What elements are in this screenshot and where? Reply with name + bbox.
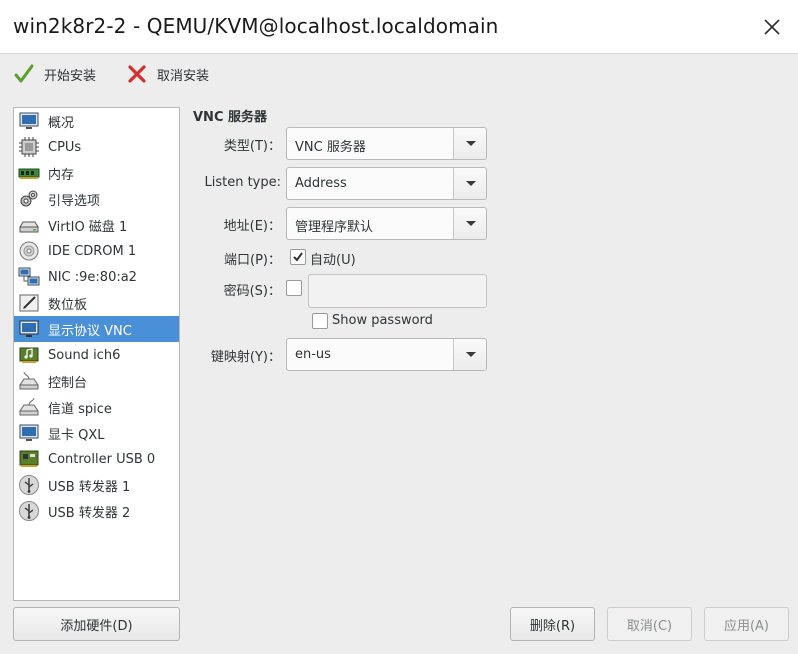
sidebar-item-video-card[interactable]: 显卡 QXL [14,420,179,446]
cdrom-icon [19,241,39,261]
sidebar-item-label: 数位板 [48,297,88,313]
cancel-button[interactable]: 取消(C) [607,607,692,641]
listen-type-combobox[interactable]: Address [286,167,487,200]
chevron-down-icon[interactable] [453,339,486,370]
sidebar-item-label: Sound ich6 [48,347,121,363]
console-icon [19,371,39,390]
chevron-down-icon[interactable] [453,208,486,239]
sidebar-item-label: IDE CDROM 1 [48,243,137,259]
add-hardware-button[interactable]: 添加硬件(D) [13,607,180,641]
sidebar-item-overview[interactable]: 概况 [14,108,179,134]
sidebar-item-display-vnc[interactable]: 显示协议 VNC [14,316,179,342]
begin-install-label: 开始安装 [44,68,97,84]
video-card-icon [19,424,39,441]
boot-options-icon [20,190,38,207]
sidebar-item-label: 引导选项 [48,193,101,209]
keymap-value: en-us [295,347,331,362]
disk-icon [19,221,39,233]
port-auto-checkbox[interactable] [290,249,306,265]
sidebar-item-label: 信道 spice [48,401,112,417]
network-icon [18,267,40,286]
listen-type-value: Address [295,176,347,191]
window-title: win2k8r2-2 - QEMU/KVM@localhost.localdom… [13,14,499,38]
sidebar-item-label: 显示协议 VNC [48,323,132,339]
sidebar-item-controller-usb[interactable]: Controller USB 0 [14,446,179,472]
keymap-label: 键映射(Y)： [210,350,281,365]
port-label: 端口(P)： [224,253,281,268]
sidebar-item-cpus[interactable]: CPUs [14,134,179,160]
password-checkbox[interactable] [286,280,302,296]
sidebar-item-label: VirtIO 磁盘 1 [48,219,128,235]
sound-card-icon [19,347,39,363]
sidebar-item-label: 内存 [48,167,75,183]
type-label: 类型(T)： [223,139,281,154]
port-auto-label: 自动(U) [310,253,356,268]
sidebar-item-label: USB 转发器 1 [48,479,131,495]
sidebar-item-label: 控制台 [48,375,88,391]
sidebar-item-channel[interactable]: 信道 spice [14,394,179,420]
remove-button[interactable]: 删除(R) [510,607,595,641]
channel-icon [19,397,39,416]
sidebar-item-sound[interactable]: Sound ich6 [14,342,179,368]
sidebar-item-label: Controller USB 0 [48,451,156,467]
sidebar-item-usb-redirector-2[interactable]: USB 转发器 2 [14,498,179,524]
checkmark-icon [293,252,303,262]
cancel-install-label: 取消安装 [157,68,210,84]
controller-icon [19,450,39,467]
begin-install-button[interactable]: 开始安装 [13,62,96,86]
keymap-combobox[interactable]: en-us [286,338,487,371]
display-icon [19,320,39,337]
sidebar-item-label: 显卡 QXL [48,427,105,443]
close-icon[interactable] [760,15,784,39]
cpu-icon [19,137,39,157]
hardware-list: 概况 CPUs 内存 引导选项 VirtIO 磁盘 1 IDE CDROM 1 … [13,107,180,601]
chevron-down-icon[interactable] [453,168,486,199]
sidebar-item-label: USB 转发器 2 [48,505,131,521]
sidebar-item-label: CPUs [48,139,82,155]
sidebar-item-console[interactable]: 控制台 [14,368,179,394]
show-password-label: Show password [332,313,433,328]
sidebar-item-ide-cdrom[interactable]: IDE CDROM 1 [14,238,179,264]
sidebar-item-memory[interactable]: 内存 [14,160,179,186]
sidebar-item-label: NIC :9e:80:a2 [48,269,137,285]
memory-icon [18,168,40,179]
monitor-icon [19,112,39,129]
sidebar-item-boot-options[interactable]: 引导选项 [14,186,179,212]
checkmark-icon [14,64,34,83]
cancel-x-icon [128,65,146,83]
password-label: 密码(S)： [223,284,281,299]
sidebar-item-label: 概况 [48,115,75,131]
type-combobox[interactable]: VNC 服务器 [286,127,487,160]
usb-icon [19,501,39,521]
sidebar-item-nic[interactable]: NIC :9e:80:a2 [14,264,179,290]
cancel-install-button[interactable]: 取消安装 [126,62,209,86]
type-value: VNC 服务器 [295,140,366,155]
sidebar-item-tablet[interactable]: 数位板 [14,290,179,316]
sidebar-item-usb-redirector-1[interactable]: USB 转发器 1 [14,472,179,498]
apply-button[interactable]: 应用(A) [704,607,789,641]
show-password-checkbox[interactable] [312,313,328,329]
chevron-down-icon[interactable] [453,128,486,159]
address-label: 地址(E)： [223,219,281,234]
address-combobox[interactable]: 管理程序默认 [286,207,487,240]
tablet-icon [19,294,39,312]
listen-type-label: Listen type: [204,175,281,190]
usb-icon [19,475,39,495]
sidebar-item-virtio-disk[interactable]: VirtIO 磁盘 1 [14,212,179,238]
address-value: 管理程序默认 [295,220,374,235]
toolbar: 开始安装 取消安装 [0,54,798,96]
section-title: VNC 服务器 [193,110,268,125]
password-field[interactable] [308,274,487,308]
window-titlebar: win2k8r2-2 - QEMU/KVM@localhost.localdom… [0,0,798,54]
